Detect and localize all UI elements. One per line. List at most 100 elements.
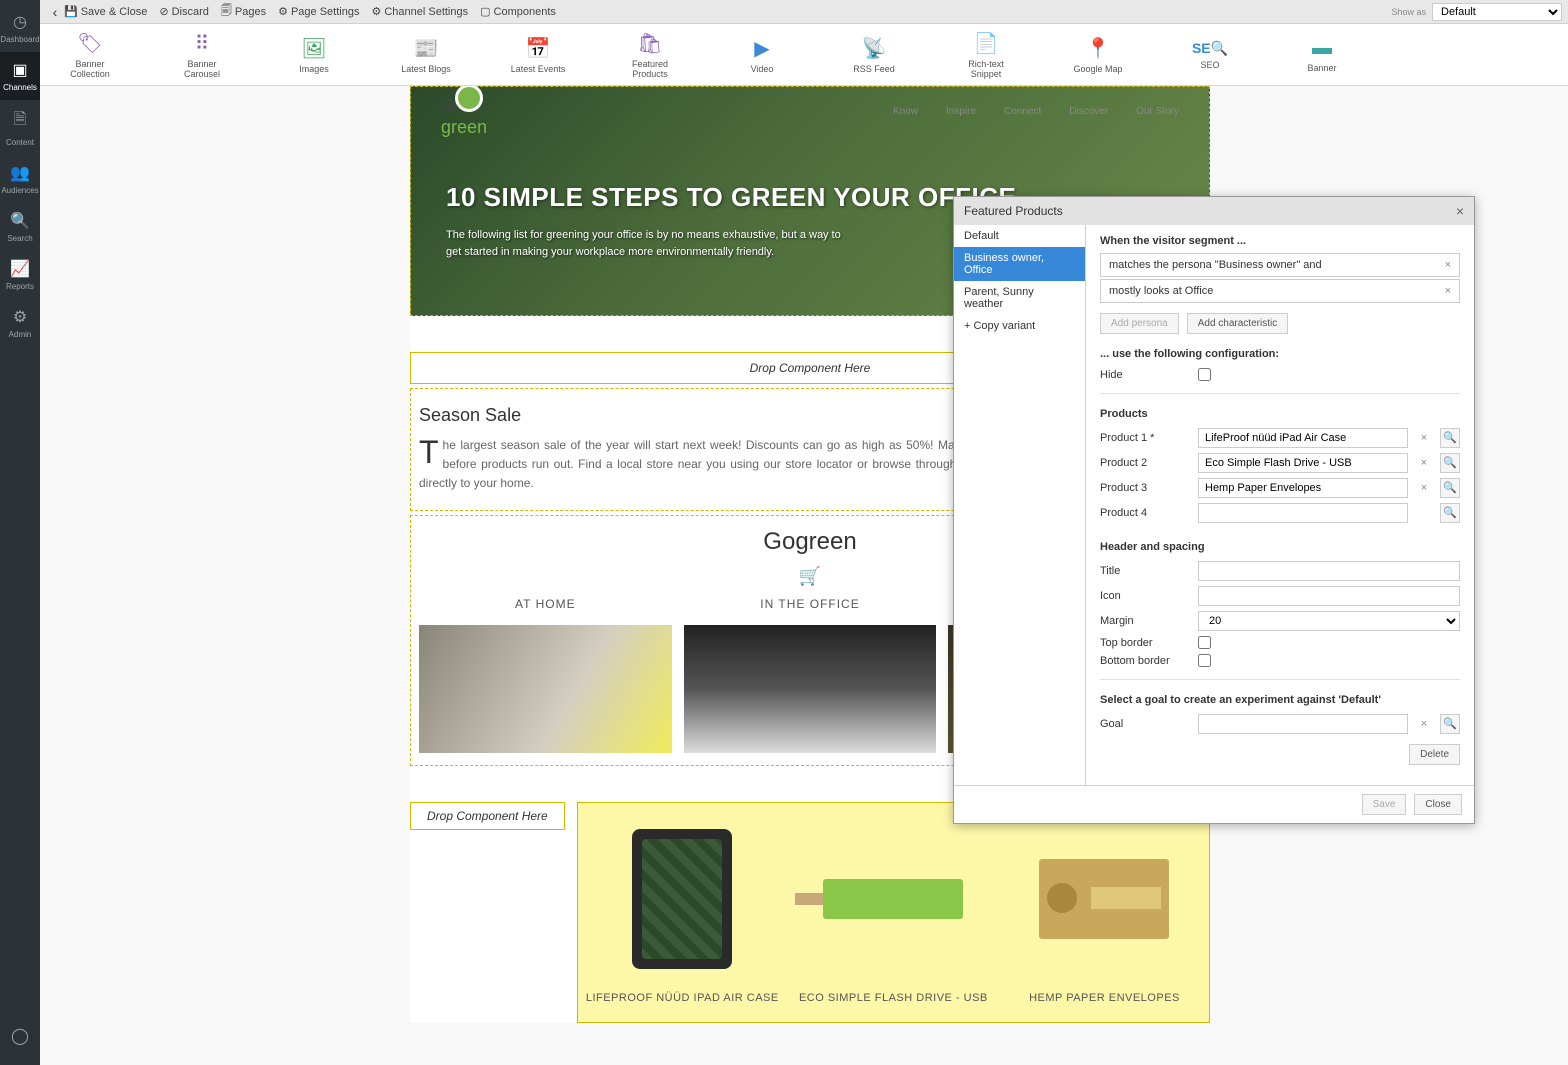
banner-collection-icon: 🏷 [60, 31, 120, 56]
discard-button[interactable]: ⊘ Discard [159, 5, 209, 18]
sidebar-label: Admin [9, 330, 32, 339]
remove-segment-icon[interactable]: × [1445, 285, 1451, 297]
product-card: ECO SIMPLE FLASH DRIVE - USB [797, 819, 990, 1006]
ribbon-rich-text[interactable]: 📄Rich-text Snippet [956, 31, 1016, 79]
seo-icon: SE🔍 [1180, 40, 1240, 57]
lookup-icon[interactable]: 🔍 [1440, 714, 1460, 734]
config-label: ... use the following configuration: [1100, 348, 1460, 360]
product-input[interactable] [1198, 503, 1408, 523]
product-row: Product 4×🔍 [1100, 503, 1460, 523]
audiences-icon: 👥 [0, 163, 40, 183]
ribbon-label: Rich-text Snippet [968, 59, 1004, 79]
variant-default[interactable]: Default [954, 225, 1085, 247]
product-input[interactable] [1198, 453, 1408, 473]
add-persona-button[interactable]: Add persona [1100, 313, 1179, 334]
channel-settings-button[interactable]: ⚙Channel Settings [371, 5, 468, 18]
save-button[interactable]: Save [1362, 794, 1407, 815]
bottomborder-checkbox[interactable] [1198, 654, 1211, 667]
ribbon-label: Banner [1307, 63, 1336, 73]
nav-link[interactable]: Our Story [1136, 106, 1179, 117]
dialog-close-icon[interactable]: × [1456, 203, 1464, 219]
show-as-label: Show as [1391, 7, 1426, 17]
product-name: ECO SIMPLE FLASH DRIVE - USB [797, 991, 990, 1006]
nav-link[interactable]: Discover [1069, 106, 1108, 117]
ribbon-video[interactable]: ▶Video [732, 36, 792, 74]
ribbon-banner-carousel[interactable]: ⠿Banner Carousel [172, 31, 232, 79]
delete-button[interactable]: Delete [1409, 744, 1460, 765]
lookup-icon[interactable]: 🔍 [1440, 453, 1460, 473]
product-input[interactable] [1198, 428, 1408, 448]
ribbon-seo[interactable]: SE🔍SEO [1180, 40, 1240, 70]
clear-icon[interactable]: × [1416, 457, 1432, 469]
ribbon-label: Banner Collection [70, 59, 110, 79]
sidebar-item-audiences[interactable]: 👥 Audiences [0, 155, 40, 203]
ribbon-images[interactable]: 🖼Images [284, 36, 344, 74]
margin-select[interactable]: 20 [1198, 611, 1460, 631]
components-button[interactable]: ▢Components [480, 5, 556, 18]
content-icon: 🗎 [0, 108, 40, 135]
sidebar-label: Audiences [1, 186, 38, 195]
logo-icon [455, 86, 483, 112]
sidebar-item-user[interactable]: ◯ [0, 1018, 40, 1057]
product-image [797, 819, 990, 979]
variant-parent-sunny[interactable]: Parent, Sunny weather [954, 281, 1085, 315]
ribbon-featured-products[interactable]: 🛍Featured Products [620, 31, 680, 79]
icon-row: Icon [1100, 586, 1460, 606]
remove-segment-icon[interactable]: × [1445, 259, 1451, 271]
sidebar-item-reports[interactable]: 📈Reports [0, 251, 40, 299]
search-icon: 🔍 [0, 211, 40, 231]
discard-icon: ⊘ [159, 5, 168, 18]
nav-link[interactable]: Connect [1004, 106, 1041, 117]
variant-business-owner[interactable]: Business owner, Office [954, 247, 1085, 281]
close-button[interactable]: Close [1414, 794, 1462, 815]
nav-link[interactable]: Inspire [946, 106, 976, 117]
topborder-checkbox[interactable] [1198, 636, 1211, 649]
ribbon-banner[interactable]: ▬ Banner [1292, 37, 1352, 73]
ribbon-label: Featured Products [632, 59, 668, 79]
sidebar-label: Content [6, 138, 34, 147]
variant-copy[interactable]: + Copy variant [954, 315, 1085, 337]
ribbon-banner-collection[interactable]: 🏷 Banner Collection [60, 31, 120, 79]
banner-icon: ▬ [1292, 37, 1352, 60]
ribbon-google-map[interactable]: 📍Google Map [1068, 36, 1128, 74]
add-characteristic-button[interactable]: Add characteristic [1187, 313, 1288, 334]
ribbon-latest-events[interactable]: 📅Latest Events [508, 36, 568, 74]
product-label: Product 4 [1100, 507, 1190, 519]
sidebar-item-channels[interactable]: ▣Channels [0, 52, 40, 100]
sidebar-item-admin[interactable]: ⚙Admin [0, 299, 40, 347]
nav-link[interactable]: Know [893, 106, 918, 117]
lookup-icon[interactable]: 🔍 [1440, 478, 1460, 498]
clear-icon[interactable]: × [1416, 482, 1432, 494]
clear-icon[interactable]: × [1416, 718, 1432, 730]
hide-checkbox[interactable] [1198, 368, 1211, 381]
back-button[interactable]: ‹ [46, 4, 64, 20]
ribbon-label: Banner Carousel [184, 59, 220, 79]
topbar-right: Show as Default [1391, 3, 1562, 21]
sidebar-item-search[interactable]: 🔍Search [0, 203, 40, 251]
featured-products-component[interactable]: × LIFEPROOF NÜÜD IPAD AIR CASE ECO SIMPL… [577, 802, 1210, 1023]
title-input[interactable] [1198, 561, 1460, 581]
save-close-button[interactable]: 💾Save & Close [64, 5, 147, 18]
goal-input[interactable] [1198, 714, 1408, 734]
tri-label: AT HOME [419, 597, 672, 611]
sidebar-item-dashboard[interactable]: ◷Dashboard [0, 4, 40, 52]
product-name: HEMP PAPER ENVELOPES [1008, 991, 1201, 1006]
product-input[interactable] [1198, 478, 1408, 498]
page-settings-button[interactable]: ⚙Page Settings [278, 5, 359, 18]
discard-label: Discard [172, 6, 209, 18]
ribbon-rss[interactable]: 📡RSS Feed [844, 36, 904, 74]
ribbon-label: RSS Feed [853, 64, 895, 74]
drop-zone-small[interactable]: Drop Component Here [410, 802, 565, 830]
lookup-icon[interactable]: 🔍 [1440, 428, 1460, 448]
ribbon-latest-blogs[interactable]: 📰Latest Blogs [396, 36, 456, 74]
reports-icon: 📈 [0, 259, 40, 279]
dialog-footer: Save Close [954, 785, 1474, 823]
icon-input[interactable] [1198, 586, 1460, 606]
pages-button[interactable]: 🗐Pages [221, 2, 266, 21]
map-icon: 📍 [1068, 36, 1128, 61]
sidebar-item-content[interactable]: 🗎 Content [0, 100, 40, 155]
goal-row: Goal×🔍 [1100, 714, 1460, 734]
show-as-select[interactable]: Default [1432, 3, 1562, 21]
clear-icon[interactable]: × [1416, 432, 1432, 444]
lookup-icon[interactable]: 🔍 [1440, 503, 1460, 523]
